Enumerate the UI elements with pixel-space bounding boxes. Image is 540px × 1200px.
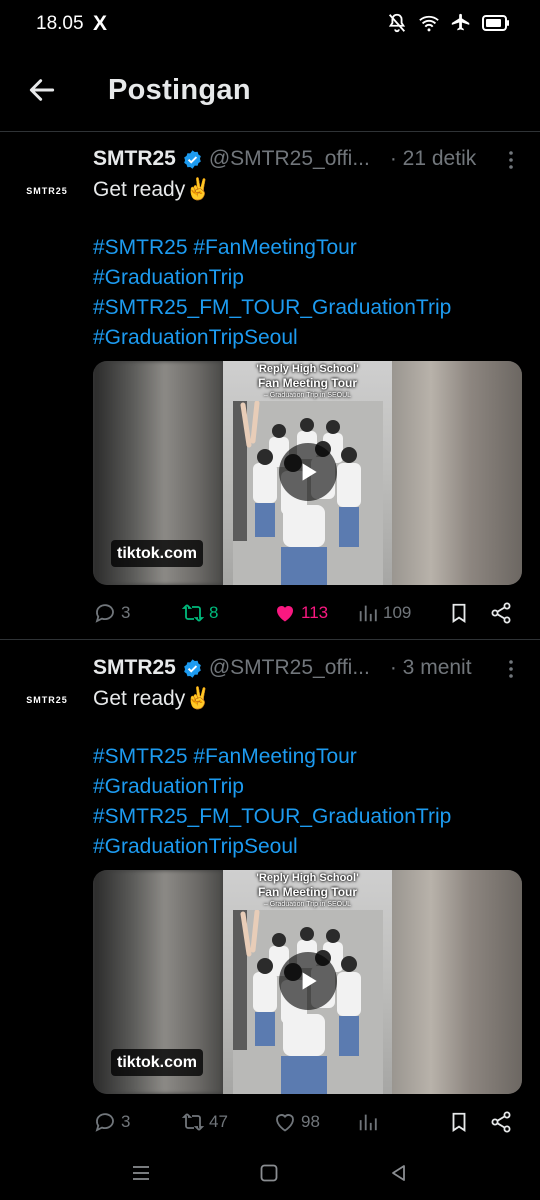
bookmark-icon (452, 603, 466, 623)
hashtag-list: #SMTR25 #FanMeetingTour #GraduationTrip … (93, 233, 523, 353)
tweet-timestamp: · 3 menit (389, 656, 472, 679)
bookmark-button[interactable] (448, 599, 470, 627)
more-options-button[interactable] (499, 657, 523, 681)
avatar-logo-text: SMTR25 (26, 695, 68, 705)
heart-filled-icon (277, 606, 293, 622)
hashtag-link[interactable]: #SMTR25_FM_TOUR_GraduationTrip (93, 802, 523, 832)
share-button[interactable] (489, 1108, 513, 1136)
verified-badge-icon (184, 149, 201, 169)
author-name[interactable]: SMTR25 (93, 147, 176, 171)
bookmark-icon (452, 1112, 466, 1132)
author-handle[interactable]: @SMTR25_offi... (209, 147, 384, 171)
share-icon (491, 1111, 511, 1133)
home-square-icon (260, 1164, 278, 1182)
system-navigation-bar (0, 1148, 540, 1200)
tweet-action-bar: 3 8 113 109 (93, 599, 523, 627)
status-bar: 18.05 X (0, 0, 540, 50)
play-icon (302, 463, 317, 481)
avatar-logo-text: SMTR25 (26, 186, 68, 196)
menu-icon (133, 1166, 149, 1180)
tweet-text: Get ready✌️ (93, 687, 212, 710)
play-button[interactable] (279, 443, 337, 501)
like-button[interactable]: 98 (273, 1108, 320, 1136)
hashtag-list: #SMTR25 #FanMeetingTour #GraduationTrip … (93, 742, 523, 862)
like-button[interactable]: 113 (273, 599, 328, 627)
author-handle[interactable]: @SMTR25_offi... (209, 656, 384, 680)
wifi-icon (419, 15, 439, 32)
retweet-count: 8 (209, 603, 219, 622)
verified-badge-icon (184, 658, 201, 678)
media-source-label[interactable]: tiktok.com (111, 540, 204, 567)
status-icons (386, 12, 510, 34)
avatar[interactable]: SMTR25 (14, 667, 80, 733)
video-card[interactable]: 'Reply High School' Fan Meeting Tour – G… (93, 361, 522, 585)
media-source-label[interactable]: tiktok.com (111, 1049, 204, 1076)
tweet-text: Get ready✌️ (93, 178, 212, 201)
views-button[interactable]: 109 (357, 599, 411, 627)
reply-icon (95, 604, 114, 623)
reply-button[interactable]: 3 (93, 599, 130, 627)
retweet-icon (181, 1113, 205, 1131)
tweet[interactable]: SMTR25 SMTR25 @SMTR25_offi... · 21 detik… (0, 132, 540, 640)
arrow-left-icon (29, 79, 55, 101)
back-triangle-icon (392, 1165, 405, 1181)
page-title: Postingan (108, 74, 251, 106)
retweet-count: 47 (209, 1112, 228, 1131)
views-chart-icon (359, 1114, 377, 1131)
blurred-background-right (392, 870, 522, 1094)
tweet-header: SMTR25 @SMTR25_offi... · 21 detik (93, 146, 523, 172)
more-vertical-icon (509, 660, 513, 678)
retweet-icon (181, 604, 205, 622)
play-button[interactable] (279, 952, 337, 1010)
tweet[interactable]: SMTR25 SMTR25 @SMTR25_offi... · 3 menit … (0, 641, 540, 1147)
tweet-action-bar: 3 47 98 (93, 1108, 523, 1136)
video-card[interactable]: 'Reply High School' Fan Meeting Tour – G… (93, 870, 522, 1094)
like-count: 98 (301, 1112, 320, 1131)
author-name[interactable]: SMTR25 (93, 656, 176, 680)
video-poster-title: 'Reply High School' Fan Meeting Tour – G… (256, 872, 359, 908)
reply-count: 3 (121, 1112, 131, 1131)
hashtag-link[interactable]: #SMTR25_FM_TOUR_GraduationTrip (93, 293, 523, 323)
airplane-icon (451, 13, 470, 31)
avatar[interactable]: SMTR25 (14, 158, 80, 224)
share-icon (491, 602, 511, 624)
hashtag-link[interactable]: #GraduationTripSeoul (93, 832, 523, 862)
top-app-bar: Postingan (0, 50, 540, 132)
bookmark-button[interactable] (448, 1108, 470, 1136)
recent-apps-button[interactable] (126, 1158, 156, 1188)
views-button[interactable] (357, 1108, 383, 1136)
heart-outline-icon (276, 1114, 294, 1132)
hashtag-link[interactable]: #GraduationTrip (93, 772, 523, 802)
blurred-background-right (392, 361, 522, 585)
play-icon (302, 972, 317, 990)
reply-icon (95, 1113, 114, 1132)
x-app-badge: X (93, 12, 108, 35)
system-back-button[interactable] (384, 1158, 414, 1188)
views-chart-icon (359, 605, 377, 622)
status-time: 18.05 (36, 13, 84, 34)
retweet-button[interactable]: 47 (181, 1108, 228, 1136)
back-button[interactable] (26, 74, 58, 106)
reply-button[interactable]: 3 (93, 1108, 130, 1136)
hashtag-link[interactable]: #SMTR25 #FanMeetingTour (93, 233, 523, 263)
view-count: 109 (383, 603, 412, 622)
like-count: 113 (301, 603, 329, 622)
share-button[interactable] (489, 599, 513, 627)
video-poster-title: 'Reply High School' Fan Meeting Tour – G… (256, 363, 359, 399)
home-button[interactable] (254, 1158, 284, 1188)
hashtag-link[interactable]: #GraduationTripSeoul (93, 323, 523, 353)
reply-count: 3 (121, 603, 131, 622)
more-options-button[interactable] (499, 148, 523, 172)
more-vertical-icon (509, 151, 513, 169)
hashtag-link[interactable]: #SMTR25 #FanMeetingTour (93, 742, 523, 772)
tweet-timestamp: · 21 detik (389, 147, 477, 170)
tweet-header: SMTR25 @SMTR25_offi... · 3 menit (93, 655, 523, 681)
hashtag-link[interactable]: #GraduationTrip (93, 263, 523, 293)
mute-icon (388, 13, 406, 33)
retweet-button[interactable]: 8 (181, 599, 218, 627)
battery-icon (482, 15, 509, 31)
